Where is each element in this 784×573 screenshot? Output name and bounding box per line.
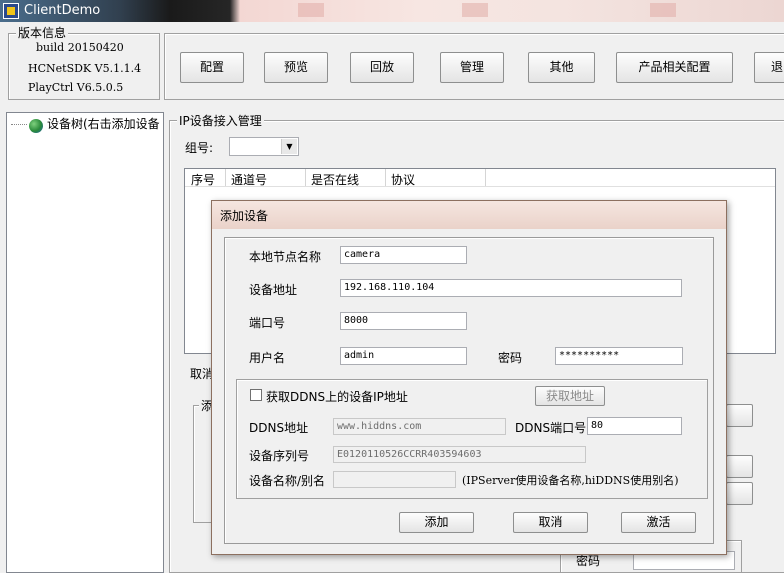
device-address-field[interactable]: 192.168.110.104 (340, 279, 682, 297)
background-tab-blur (298, 3, 324, 17)
dialog-caption-bar[interactable]: 添加设备 (212, 201, 726, 229)
ddns-port-label: DDNS端口号 (515, 421, 587, 435)
add-device-dialog: 添加设备 本地节点名称 camera 设备地址 192.168.110.104 … (211, 200, 727, 555)
ddns-checkbox[interactable] (250, 389, 262, 401)
other-button[interactable]: 其他 (528, 52, 595, 83)
tree-root-label[interactable]: 设备树(右击添加设备 (47, 115, 160, 132)
column-header-protocol[interactable]: 协议 (391, 171, 415, 188)
add-button[interactable]: 添加 (399, 512, 474, 533)
column-divider (385, 169, 386, 186)
column-header-channel[interactable]: 通道号 (231, 171, 267, 188)
serial-number-label: 设备序列号 (249, 449, 310, 463)
port-label: 端口号 (249, 316, 286, 330)
ddns-address-field[interactable]: www.hiddns.com (333, 418, 506, 435)
tree-connector (11, 124, 27, 125)
playback-button[interactable]: 回放 (350, 52, 414, 83)
password-field[interactable]: ********** (555, 347, 683, 365)
sdk-version-text: HCNetSDK V5.1.1.4 (28, 62, 142, 75)
partial-button[interactable] (726, 404, 753, 427)
background-tab-blur (650, 3, 676, 17)
version-info-title: 版本信息 (16, 24, 69, 41)
title-bar: ClientDemo (0, 0, 784, 22)
cancel-button[interactable]: 取消 (513, 512, 588, 533)
build-text: build 20150420 (36, 41, 124, 54)
ddns-address-label: DDNS地址 (249, 421, 309, 435)
product-config-button[interactable]: 产品相关配置 (616, 52, 733, 83)
password-label: 密码 (498, 351, 523, 365)
get-address-button[interactable]: 获取地址 (535, 386, 605, 406)
column-divider (225, 169, 226, 186)
username-label: 用户名 (249, 351, 286, 365)
ddns-port-field[interactable]: 80 (587, 417, 682, 435)
ip-device-group-title: IP设备接入管理 (177, 112, 264, 129)
column-header-online[interactable]: 是否在线 (311, 171, 359, 188)
exit-button[interactable]: 退 (754, 52, 784, 83)
list-header: 序号 通道号 是否在线 协议 (185, 169, 775, 187)
config-button[interactable]: 配置 (180, 52, 244, 83)
app-icon (3, 3, 19, 19)
manage-button[interactable]: 管理 (440, 52, 504, 83)
dialog-title: 添加设备 (220, 209, 269, 223)
port-field[interactable]: 8000 (340, 312, 467, 330)
partial-button[interactable] (726, 482, 753, 505)
chevron-down-icon[interactable]: ▼ (281, 139, 297, 154)
preview-button[interactable]: 预览 (264, 52, 328, 83)
column-divider (305, 169, 306, 186)
column-header-index[interactable]: 序号 (191, 171, 215, 188)
group-number-select[interactable]: ▼ (229, 137, 299, 156)
device-address-label: 设备地址 (249, 283, 298, 297)
globe-icon (29, 119, 43, 133)
window-title: ClientDemo (24, 3, 101, 18)
partial-button[interactable] (726, 455, 753, 478)
device-alias-field[interactable] (333, 471, 456, 488)
serial-number-field[interactable]: E0120110526CCRR403594603 (333, 446, 586, 463)
column-divider (485, 169, 486, 186)
device-alias-label: 设备名称/别名 (249, 474, 326, 488)
device-tree[interactable]: 设备树(右击添加设备 (6, 112, 164, 573)
alias-note: (IPServer使用设备名称,hiDDNS使用别名) (462, 474, 679, 487)
playctrl-version-text: PlayCtrl V6.5.0.5 (28, 81, 124, 94)
node-name-label: 本地节点名称 (249, 250, 322, 264)
activate-button[interactable]: 激活 (621, 512, 696, 533)
node-name-field[interactable]: camera (340, 246, 467, 264)
ddns-checkbox-label[interactable]: 获取DDNS上的设备IP地址 (266, 388, 408, 405)
username-field[interactable]: admin (340, 347, 467, 365)
background-tab-blur (462, 3, 488, 17)
group-number-label: 组号: (185, 141, 214, 155)
